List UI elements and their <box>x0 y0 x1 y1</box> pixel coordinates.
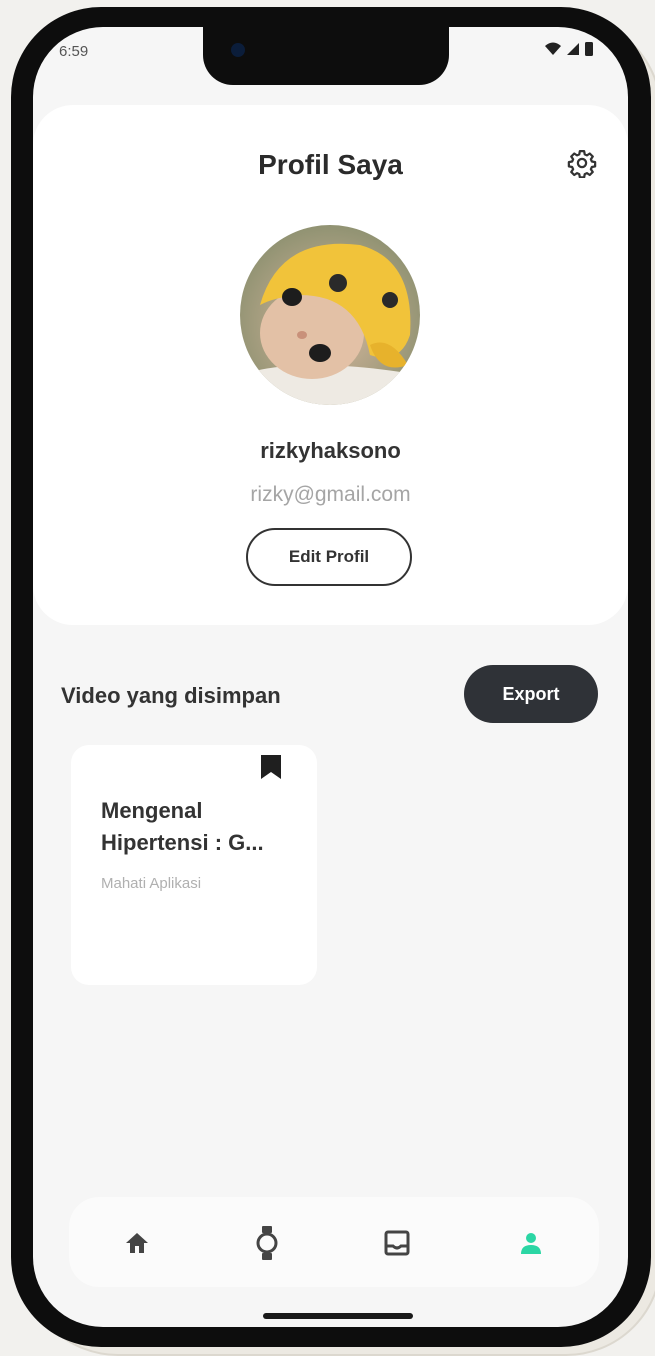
video-source: Mahati Aplikasi <box>101 875 202 892</box>
video-title: Mengenal Hipertensi : G... <box>101 798 264 855</box>
avatar[interactable] <box>240 225 420 405</box>
user-email: rizky@gmail.com <box>250 483 411 506</box>
export-button[interactable]: Export <box>464 665 598 723</box>
app-screen: 6:59 Profil Saya rizkyhaksono rizky@gmai… <box>33 27 628 1327</box>
watch-icon <box>256 1226 278 1260</box>
status-icons <box>544 41 594 57</box>
profile-card: Profil Saya rizkyhaksono rizky@gmail.com… <box>33 105 628 625</box>
signal-icon <box>567 43 579 55</box>
saved-videos-title: Video yang disimpan <box>61 683 281 708</box>
settings-button[interactable] <box>564 145 600 181</box>
nav-item-inbox[interactable] <box>375 1221 419 1265</box>
gear-icon <box>567 150 597 178</box>
inbox-icon <box>384 1230 410 1256</box>
home-icon <box>126 1233 148 1253</box>
nav-item-profile[interactable] <box>509 1221 553 1265</box>
saved-video-card[interactable]: Mengenal Hipertensi : G... Mahati Aplika… <box>71 745 317 985</box>
bookmark-icon <box>261 755 281 779</box>
avatar-photo-icon <box>240 225 420 405</box>
page-title: Profil Saya <box>258 149 403 180</box>
bookmark-button[interactable] <box>259 753 283 781</box>
battery-icon <box>585 42 593 56</box>
person-icon <box>521 1233 541 1254</box>
phone-bezel: 6:59 Profil Saya rizkyhaksono rizky@gmai… <box>11 7 651 1347</box>
nav-item-watch[interactable] <box>245 1221 289 1265</box>
username: rizkyhaksono <box>260 438 401 463</box>
status-time: 6:59 <box>59 43 89 60</box>
notch <box>203 27 449 85</box>
bottom-nav <box>69 1197 599 1287</box>
camera-icon <box>231 43 245 57</box>
edit-profile-button[interactable]: Edit Profil <box>246 528 412 586</box>
wifi-icon <box>545 42 561 55</box>
home-indicator <box>263 1313 413 1319</box>
nav-item-home[interactable] <box>115 1221 159 1265</box>
